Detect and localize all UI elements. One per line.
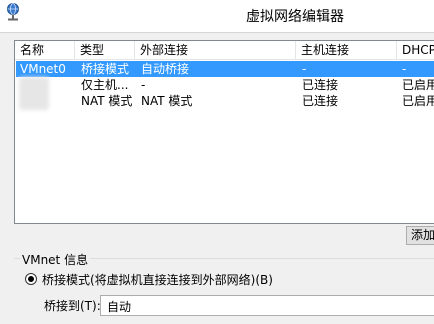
vmnet-info-label: VMnet 信息 [20, 251, 91, 268]
row-external: 自动桥接 [141, 62, 190, 76]
column-header-dhcp[interactable]: DHCP [397, 41, 434, 60]
bridge-to-label: 桥接到(T): [44, 299, 101, 313]
row-host: 已连接 [302, 78, 339, 92]
network-globe-icon [7, 3, 19, 21]
network-list[interactable]: 名称 类型 外部连接 主机连接 DHCP VMnet0 桥接模式 自动桥接 - … [14, 40, 434, 224]
table-row[interactable]: 仅主机... - 已连接 已启用 [16, 77, 434, 110]
table-row[interactable]: NAT 模式 NAT 模式 已连接 已启用 [16, 93, 434, 109]
bridge-to-select[interactable]: 自动 [100, 295, 434, 316]
row-name: VMnet0 [20, 62, 66, 76]
column-header-type[interactable]: 类型 [75, 41, 135, 60]
window-title: 虚拟网络编辑器 [246, 9, 344, 25]
row-type: NAT 模式 [81, 94, 133, 108]
row-external: - [141, 78, 146, 92]
row-dhcp: 已启用 [402, 78, 434, 92]
table-row[interactable]: VMnet0 桥接模式 自动桥接 - - [16, 61, 434, 77]
row-host: - [302, 62, 307, 76]
bridge-mode-radio[interactable] [25, 273, 37, 285]
column-header-external[interactable]: 外部连接 [135, 41, 296, 60]
bridge-to-value: 自动 [107, 300, 132, 314]
row-external: NAT 模式 [141, 94, 193, 108]
column-header-host[interactable]: 主机连接 [296, 41, 397, 60]
row-dhcp: - [402, 62, 407, 76]
row-type: 仅主机... [81, 78, 129, 92]
title-bar: 虚拟网络编辑器 [0, 0, 434, 33]
add-network-button[interactable]: 添加 [406, 226, 434, 245]
row-dhcp: 已启用 [402, 94, 434, 108]
radio-selected-dot [28, 276, 34, 282]
row-host: 已连接 [302, 94, 339, 108]
row-type: 桥接模式 [81, 62, 130, 76]
bridge-mode-label[interactable]: 桥接模式(将虚拟机直接连接到外部网络)(B) [42, 271, 273, 288]
column-header-name[interactable]: 名称 [15, 41, 75, 60]
